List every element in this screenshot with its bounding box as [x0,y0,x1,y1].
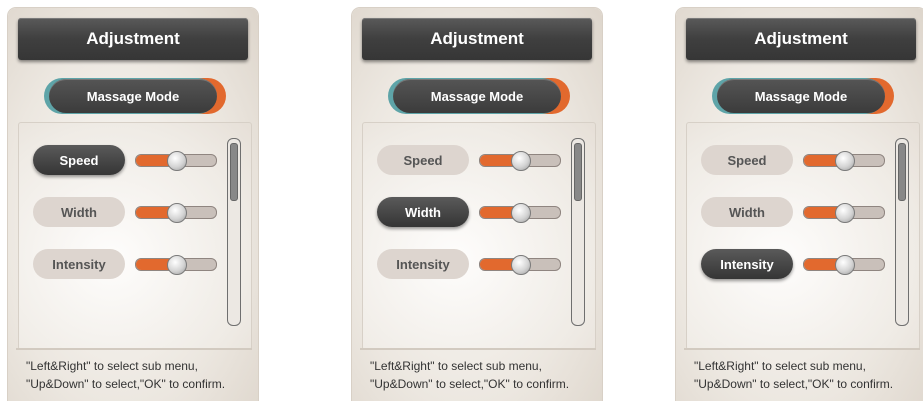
settings-row-width[interactable]: Width [701,197,891,227]
width-button[interactable]: Width [377,197,469,227]
help-text-line-2: "Up&Down" to select,"OK" to confirm. [370,377,570,391]
massage-mode-button[interactable]: Massage Mode [49,79,217,113]
help-text-line-1: "Left&Right" to select sub menu, [370,359,542,373]
panel-title: Adjustment [18,18,248,60]
slider-knob[interactable] [835,203,855,223]
speed-button[interactable]: Speed [33,145,125,175]
adjustment-panel: Adjustment Massage Mode Speed Width Inte… [8,8,258,401]
divider [360,348,596,350]
scrollbar[interactable] [571,138,585,326]
scrollbar[interactable] [227,138,241,326]
settings-row-width[interactable]: Width [33,197,223,227]
divider [16,348,252,350]
scrollbar[interactable] [895,138,909,326]
scrollbar-thumb[interactable] [574,143,582,201]
help-text: "Left&Right" to select sub menu, "Up&Dow… [370,357,600,393]
settings-row-speed[interactable]: Speed [701,145,891,175]
speed-slider[interactable] [803,151,885,171]
help-text-line-2: "Up&Down" to select,"OK" to confirm. [694,377,894,391]
slider-knob[interactable] [511,151,531,171]
speed-button[interactable]: Speed [701,145,793,175]
scrollbar-thumb[interactable] [898,143,906,201]
massage-mode-button[interactable]: Massage Mode [717,79,885,113]
settings-row-width[interactable]: Width [377,197,567,227]
width-slider[interactable] [803,203,885,223]
intensity-button[interactable]: Intensity [377,249,469,279]
width-slider[interactable] [135,203,217,223]
adjustment-panel: Adjustment Massage Mode Speed Width Inte… [352,8,602,401]
intensity-slider[interactable] [479,255,561,275]
help-text-line-2: "Up&Down" to select,"OK" to confirm. [26,377,226,391]
scrollbar-thumb[interactable] [230,143,238,201]
intensity-slider[interactable] [803,255,885,275]
slider-knob[interactable] [835,255,855,275]
settings-list: Speed Width Intensity [362,122,596,350]
intensity-button[interactable]: Intensity [701,249,793,279]
panel-title: Adjustment [686,18,916,60]
settings-row-speed[interactable]: Speed [377,145,567,175]
massage-mode-button[interactable]: Massage Mode [393,79,561,113]
slider-knob[interactable] [511,203,531,223]
slider-knob[interactable] [835,151,855,171]
adjustment-panel: Adjustment Massage Mode Speed Width Inte… [676,8,923,401]
help-text: "Left&Right" to select sub menu, "Up&Dow… [26,357,256,393]
speed-button[interactable]: Speed [377,145,469,175]
slider-knob[interactable] [167,203,187,223]
settings-row-intensity[interactable]: Intensity [377,249,567,279]
speed-slider[interactable] [479,151,561,171]
slider-knob[interactable] [511,255,531,275]
settings-list: Speed Width Intensity [18,122,252,350]
massage-mode-selector[interactable]: Massage Mode [388,78,570,114]
slider-knob[interactable] [167,151,187,171]
intensity-slider[interactable] [135,255,217,275]
intensity-button[interactable]: Intensity [33,249,125,279]
settings-row-speed[interactable]: Speed [33,145,223,175]
divider [684,348,920,350]
width-button[interactable]: Width [33,197,125,227]
settings-list: Speed Width Intensity [686,122,920,350]
speed-slider[interactable] [135,151,217,171]
help-text-line-1: "Left&Right" to select sub menu, [694,359,866,373]
massage-mode-selector[interactable]: Massage Mode [712,78,894,114]
help-text-line-1: "Left&Right" to select sub menu, [26,359,198,373]
width-slider[interactable] [479,203,561,223]
massage-mode-selector[interactable]: Massage Mode [44,78,226,114]
panel-title: Adjustment [362,18,592,60]
slider-knob[interactable] [167,255,187,275]
width-button[interactable]: Width [701,197,793,227]
help-text: "Left&Right" to select sub menu, "Up&Dow… [694,357,923,393]
settings-row-intensity[interactable]: Intensity [701,249,891,279]
settings-row-intensity[interactable]: Intensity [33,249,223,279]
